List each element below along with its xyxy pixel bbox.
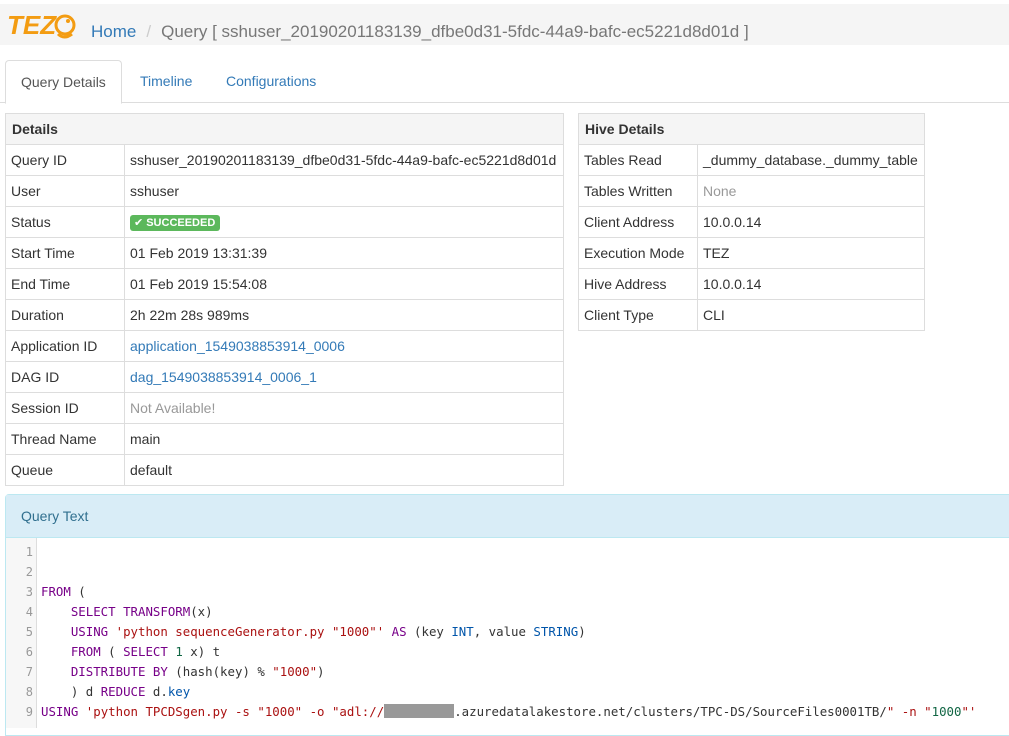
table-row: Hive Address 10.0.0.14 [578,268,925,300]
query-text-panel: Query Text 1 2 3 4 5 6 7 8 9 FROM ( SELE… [5,494,1009,736]
hive-key: Hive Address [578,268,698,300]
hive-details-table: Hive Details Tables Read _dummy_database… [578,113,925,331]
tez-logo-icon[interactable]: TEZ [6,8,76,42]
detail-key: Queue [5,454,125,486]
breadcrumb: Home / Query [ sshuser_20190201183139_dfbe… [91,22,749,42]
code-line: ) d REDUCE d.key [41,684,191,699]
line-number: 4 [25,605,33,619]
table-row: Client Type CLI [578,299,925,331]
table-row: Tables Read _dummy_database._dummy_table [578,144,925,176]
breadcrumb-home-link[interactable]: Home [91,22,136,41]
queue-value: default [124,454,564,486]
hive-key: Execution Mode [578,237,698,269]
breadcrumb-separator: / [146,22,152,41]
status-badge: ✔ SUCCEEDED [130,214,221,231]
client-address-value: 10.0.0.14 [697,206,925,238]
client-type-value: CLI [697,299,925,331]
hive-address-value: 10.0.0.14 [697,268,925,300]
code-line: FROM ( SELECT 1 x) t [70,644,221,659]
table-row: Tables Written None [578,175,925,207]
table-row: User sshuser [5,175,564,207]
code-line-part: .azuredatalakestore.net/clusters/TPC-DS/… [454,704,977,719]
end-time-value: 01 Feb 2019 15:54:08 [124,268,564,300]
line-number: 9 [25,705,33,719]
tab-bar: Query Details Timeline Configurations [0,60,1009,104]
code-line: USING 'python TPCDSgen.py -s "1000" -o "… [41,702,976,722]
dag-id-link[interactable]: dag_1549038853914_0006_1 [130,369,317,385]
code-line-part: USING 'python TPCDSgen.py -s "1000" -o "… [41,704,385,719]
table-row: End Time 01 Feb 2019 15:54:08 [5,268,564,300]
table-row: Application ID application_1549038853914… [5,330,564,362]
detail-key: Query ID [5,144,125,176]
code-line: FROM ( [41,584,86,599]
detail-key: Application ID [5,330,125,362]
table-row: Start Time 01 Feb 2019 13:31:39 [5,237,564,269]
application-id-link[interactable]: application_1549038853914_0006 [130,338,345,354]
detail-key: User [5,175,125,207]
line-number: 7 [25,665,33,679]
table-row: Duration 2h 22m 28s 989ms [5,299,564,331]
hive-key: Tables Read [578,144,698,176]
tab-configurations[interactable]: Configurations [211,60,331,101]
detail-key: DAG ID [5,361,125,393]
table-row: Queue default [5,454,564,486]
code-line: USING 'python sequenceGenerator.py "1000… [70,624,586,639]
tables-written-value: None [697,175,925,207]
duration-value: 2h 22m 28s 989ms [124,299,564,331]
code-editor[interactable]: 1 2 3 4 5 6 7 8 9 FROM ( SELECT TRANSFOR… [6,538,1009,728]
hive-key: Client Type [578,299,698,331]
tables-read-value: _dummy_database._dummy_table [697,144,925,176]
query-id-value: sshuser_20190201183139_dfbe0d31-5fdc-44a… [124,144,564,176]
table-row: Execution Mode TEZ [578,237,925,269]
detail-key: Status [5,206,125,238]
line-number: 1 [25,545,33,559]
svg-text:TEZ: TEZ [7,10,57,40]
detail-key: End Time [5,268,125,300]
execution-mode-value: TEZ [697,237,925,269]
table-row: Query ID sshuser_20190201183139_dfbe0d31… [5,144,564,176]
redacted-block [384,704,455,718]
session-id-value: Not Available! [124,392,564,424]
code-line: DISTRIBUTE BY (hash(key) % "1000") [70,664,325,679]
hive-key: Client Address [578,206,698,238]
tab-query-details[interactable]: Query Details [5,60,122,104]
status-badge-label: SUCCEEDED [146,216,216,229]
hive-key: Tables Written [578,175,698,207]
line-number: 5 [25,625,33,639]
hive-details-title: Hive Details [578,113,925,145]
query-text-title: Query Text [6,495,1009,538]
table-row: Client Address 10.0.0.14 [578,206,925,238]
table-row: Status ✔ SUCCEEDED [5,206,564,238]
details-title: Details [5,113,564,145]
detail-key: Duration [5,299,125,331]
user-value: sshuser [124,175,564,207]
table-row: Session ID Not Available! [5,392,564,424]
code-line: SELECT TRANSFORM(x) [70,604,213,619]
detail-key: Session ID [5,392,125,424]
check-icon: ✔ [134,216,144,229]
line-number: 3 [25,585,33,599]
thread-name-value: main [124,423,564,455]
tab-timeline[interactable]: Timeline [125,60,207,101]
line-number: 6 [25,645,33,659]
detail-key: Start Time [5,237,125,269]
table-row: DAG ID dag_1549038853914_0006_1 [5,361,564,393]
detail-key: Thread Name [5,423,125,455]
start-time-value: 01 Feb 2019 13:31:39 [124,237,564,269]
status-cell: ✔ SUCCEEDED [124,206,564,238]
breadcrumb-current: Query [ sshuser_20190201183139_dfbe0d31-… [161,22,749,41]
details-table: Details Query ID sshuser_20190201183139_… [5,113,564,486]
top-navbar: TEZ Home / Query [ sshuser_20190201183139_… [0,4,1009,45]
table-row: Thread Name main [5,423,564,455]
line-number: 2 [25,565,33,579]
line-number: 8 [25,685,33,699]
